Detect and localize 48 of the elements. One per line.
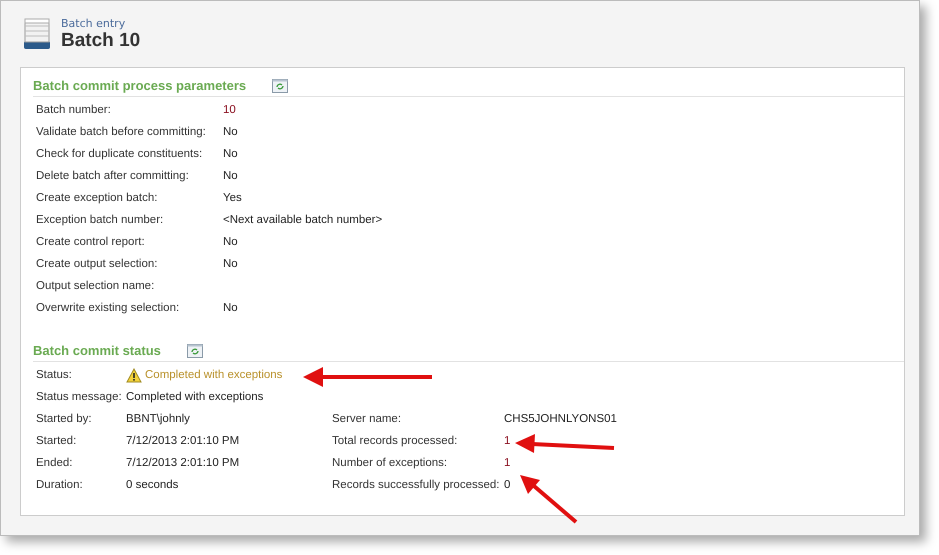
status-value: Completed with exceptions: [145, 368, 282, 383]
field-value: No: [223, 257, 238, 272]
field-value: No: [223, 301, 238, 316]
arrow-drawing: [518, 473, 578, 525]
field-label: Number of exceptions:: [332, 456, 448, 471]
field-value: 0: [504, 478, 510, 493]
field-value: Completed with exceptions: [126, 390, 264, 405]
field-label: Ended:: [36, 456, 74, 471]
page-title: Batch 10: [61, 30, 140, 52]
field-label: Total records processed:: [332, 434, 458, 449]
field-label: Server name:: [332, 412, 402, 427]
field-label: Status message:: [36, 390, 123, 405]
field-label: Started by:: [36, 412, 93, 427]
field-value: BBNT\johnly: [126, 412, 190, 427]
field-value: 7/12/2013 2:01:10 PM: [126, 434, 240, 449]
field-value: 1: [504, 456, 510, 471]
field-value: No: [223, 169, 238, 184]
warning-icon: [126, 368, 142, 382]
section-title: Batch commit status: [33, 343, 161, 358]
field-label: Validate batch before committing:: [36, 125, 207, 140]
field-label: Create output selection:: [36, 257, 158, 272]
field-value: No: [223, 235, 238, 250]
paper-stack-icon: [22, 17, 52, 51]
field-label: Exception batch number:: [36, 213, 164, 228]
field-label: Create exception batch:: [36, 191, 158, 206]
field-value: 0 seconds: [126, 478, 178, 493]
breadcrumb-link[interactable]: Batch entry: [61, 16, 140, 30]
field-value: CHS5JOHNLYONS01: [504, 412, 617, 427]
field-label: Duration:: [36, 478, 84, 493]
refresh-icon[interactable]: [272, 78, 288, 92]
field-label: Delete batch after committing:: [36, 169, 190, 184]
field-value: Yes: [223, 191, 242, 206]
field-label: Batch number:: [36, 103, 112, 118]
field-label: Output selection name:: [36, 279, 156, 294]
field-label: Records successfully processed:: [332, 478, 500, 493]
field-value: No: [223, 125, 238, 140]
field-value: 7/12/2013 2:01:10 PM: [126, 456, 240, 471]
field-label: Status:: [36, 368, 73, 383]
field-value: No: [223, 147, 238, 162]
field-label: Create control report:: [36, 235, 146, 250]
field-value: 1: [504, 434, 510, 449]
field-label: Check for duplicate constituents:: [36, 147, 204, 162]
field-value: 10: [223, 103, 236, 118]
refresh-icon[interactable]: [186, 344, 203, 358]
field-label: Overwrite existing selection:: [36, 301, 180, 316]
section-title: Batch commit process parameters: [33, 78, 246, 93]
field-value: <Next available batch number>: [223, 213, 382, 228]
field-label: Started:: [36, 434, 78, 449]
